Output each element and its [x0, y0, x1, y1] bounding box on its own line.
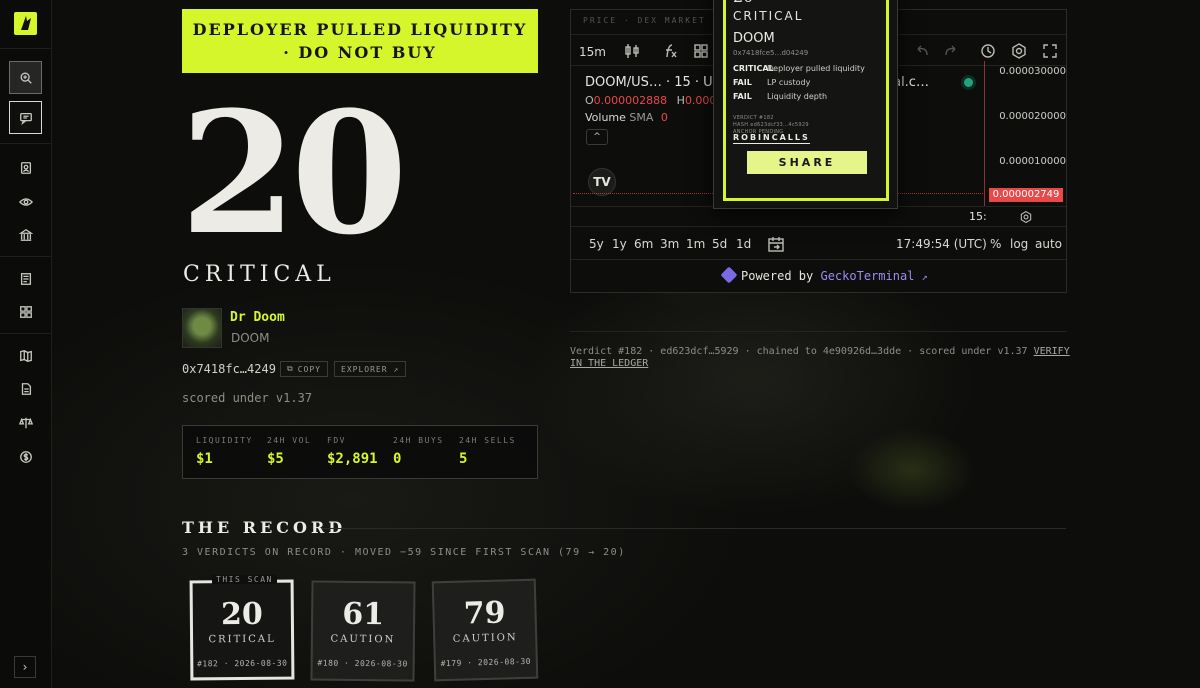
stat-24h-vol: 24H VOL $5: [267, 436, 312, 467]
share-finding: CRITICALDeployer pulled liquidity: [733, 64, 865, 73]
person-card-icon[interactable]: [9, 151, 42, 184]
warning-banner: DEPLOYER PULLED LIQUIDITY · DO NOT BUY: [182, 9, 538, 73]
current-price-tag: 0.000002749: [989, 188, 1063, 202]
chart-divider: [571, 259, 1066, 260]
candles-icon[interactable]: [623, 42, 641, 60]
sidebar-divider: [0, 333, 52, 334]
flame-logo[interactable]: [14, 12, 37, 35]
y-tick: 0.000030000: [999, 66, 1066, 77]
score-value: 20: [180, 74, 408, 272]
file-icon[interactable]: [9, 372, 42, 405]
chart-header: PRICE · DEX MARKET D: [583, 16, 720, 25]
verdict-card[interactable]: 61 CAUTION #180 · 2026-08-30: [310, 580, 416, 682]
search-icon[interactable]: [9, 61, 42, 94]
dollar-icon[interactable]: [9, 440, 42, 473]
copy-icon: ⧉: [287, 364, 294, 373]
sidebar-divider: [0, 143, 52, 144]
stat-fdv: FDV $2,891: [327, 436, 378, 467]
alert-clock-icon[interactable]: [979, 42, 997, 60]
scored-version: scored under v1.37: [182, 391, 313, 405]
auto-scale-toggle[interactable]: auto: [1035, 237, 1062, 251]
token-address: 0x7418fc…4249: [182, 362, 276, 376]
stat-liquidity: LIQUIDITY $1: [196, 436, 253, 467]
token-name[interactable]: Dr Doom: [230, 310, 285, 325]
range-5d[interactable]: 5d: [712, 237, 727, 251]
share-symbol: DOOM: [733, 31, 775, 46]
chat-icon[interactable]: [9, 101, 42, 134]
verdict-card[interactable]: 79 CAUTION #179 · 2026-08-30: [431, 578, 539, 682]
grid-icon[interactable]: [9, 295, 42, 328]
share-finding: FAIL LP custody: [733, 78, 811, 87]
log-scale-toggle[interactable]: log: [1010, 237, 1028, 251]
share-finding: FAIL Liquidity depth: [733, 92, 828, 101]
sidebar-divider: [0, 256, 52, 257]
share-address: 0x7418fce5…d04249: [733, 49, 809, 57]
expand-sidebar-button[interactable]: ›: [14, 656, 36, 678]
share-meta: VERDICT #182: [733, 115, 774, 121]
percent-scale-toggle[interactable]: %: [990, 237, 1001, 251]
this-scan-label: THIS SCAN: [212, 575, 277, 584]
record-subtitle: 3 VERDICTS ON RECORD · MOVED −59 SINCE F…: [182, 547, 626, 558]
share-button[interactable]: SHARE: [747, 151, 867, 174]
range-3m[interactable]: 3m: [660, 237, 679, 251]
bank-icon[interactable]: [9, 218, 42, 251]
verdict-card-current[interactable]: 20 CRITICAL #182 · 2026-08-30: [189, 579, 295, 681]
sidebar: ›: [0, 0, 52, 688]
interval-button[interactable]: 15m: [579, 45, 606, 59]
range-5y[interactable]: 5y: [589, 237, 604, 251]
explorer-button[interactable]: EXPLORER ↗: [334, 361, 407, 377]
date-range-icon[interactable]: [767, 235, 785, 253]
y-tick: 0.000010000: [999, 156, 1066, 167]
stats-panel: LIQUIDITY $1 24H VOL $5 FDV $2,891 24H B…: [182, 425, 538, 479]
collapse-legend-button[interactable]: ^: [586, 129, 608, 145]
range-6m[interactable]: 6m: [634, 237, 653, 251]
eye-icon[interactable]: [9, 185, 42, 218]
share-score: 20: [733, 0, 753, 6]
geckoterminal-icon: [720, 266, 738, 284]
stat-24h-buys: 24H BUYS 0: [393, 436, 444, 467]
map-icon[interactable]: [9, 339, 42, 372]
share-card: 20 CRITICAL DOOM 0x7418fce5…d04249 CRITI…: [723, 0, 889, 201]
scale-icon[interactable]: [9, 406, 42, 439]
share-card-popup: 20 CRITICAL DOOM 0x7418fce5…d04249 CRITI…: [713, 0, 898, 209]
undo-icon[interactable]: [913, 42, 931, 60]
tradingview-logo[interactable]: TV: [588, 168, 616, 196]
utc-clock[interactable]: 17:49:54 (UTC): [896, 237, 987, 251]
record-divider: [322, 528, 1066, 529]
settings-icon[interactable]: [1010, 42, 1028, 60]
layout-grid-icon[interactable]: [692, 42, 710, 60]
share-verdict: CRITICAL: [733, 9, 804, 23]
redo-icon[interactable]: [942, 42, 960, 60]
volume-readout: Volume SMA 0: [585, 111, 668, 124]
sidebar-divider: [0, 48, 52, 49]
verdict-label: CRITICAL: [183, 262, 336, 287]
price-axis-border: [984, 61, 985, 206]
y-tick: 0.000020000: [999, 111, 1066, 122]
ledger-divider: [570, 331, 1067, 332]
token-symbol: DOOM: [231, 331, 270, 345]
share-meta: HASH ed623dcf33…4c5929: [733, 122, 809, 128]
share-brand: ROBINCALLS: [733, 133, 810, 144]
range-1m[interactable]: 1m: [686, 237, 705, 251]
indicators-icon[interactable]: [661, 42, 679, 60]
document-icon[interactable]: [9, 262, 42, 295]
time-tick: 15:: [969, 210, 987, 223]
chart-divider: [571, 226, 1066, 227]
ledger-note: Verdict #182 · ed623dcf…5929 · chained t…: [570, 346, 1070, 369]
fullscreen-icon[interactable]: [1041, 42, 1059, 60]
token-avatar: [182, 308, 222, 348]
powered-by-link[interactable]: Powered by GeckoTerminal ↗: [720, 266, 928, 284]
range-1d[interactable]: 1d: [736, 237, 751, 251]
axis-settings-icon[interactable]: [1019, 209, 1033, 224]
stat-24h-sells: 24H SELLS 5: [459, 436, 516, 467]
live-status-dot: [964, 78, 973, 87]
copy-button[interactable]: ⧉ COPY: [280, 361, 328, 377]
range-1y[interactable]: 1y: [612, 237, 627, 251]
